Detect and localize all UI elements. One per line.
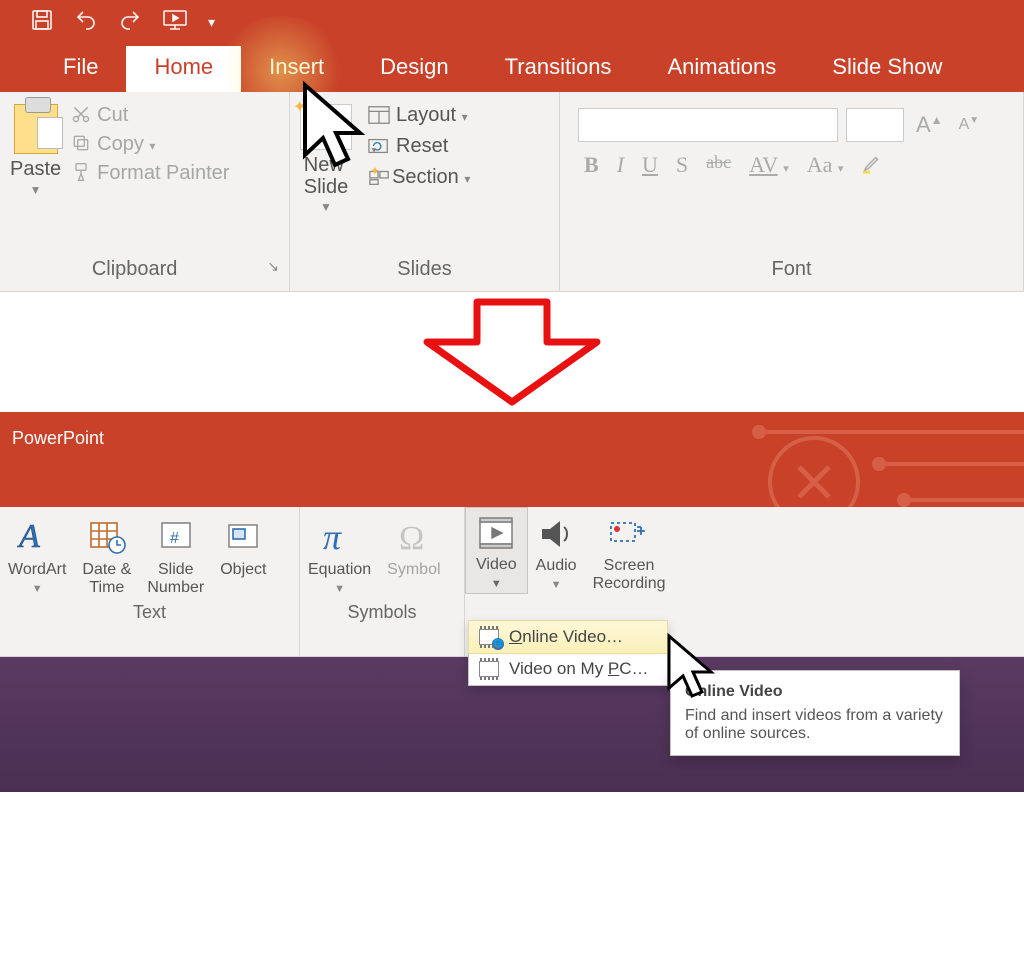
group-label-text: Text xyxy=(0,598,299,629)
font-size-combo[interactable] xyxy=(846,108,904,142)
step-arrow xyxy=(0,292,1024,412)
symbol-button: Ω Symbol xyxy=(379,507,448,598)
paste-dropdown-caret[interactable]: ▼ xyxy=(30,183,42,197)
top-ribbon-view: ▾ File Home Insert Design Transitions An… xyxy=(0,0,1024,292)
ribbon-insert: A WordArt▼ Date & Time # Slide Number Ob… xyxy=(0,507,1024,657)
tooltip-body: Find and insert videos from a variety of… xyxy=(685,707,945,743)
group-symbols: π Equation▼ Ω Symbol Symbols xyxy=(300,507,465,656)
reset-button[interactable]: Reset xyxy=(368,135,470,158)
tab-transitions[interactable]: Transitions xyxy=(477,46,640,92)
tab-insert[interactable]: Insert xyxy=(241,46,352,92)
qat-customize-icon[interactable]: ▾ xyxy=(208,14,215,31)
new-slide-icon xyxy=(300,104,352,150)
bold-button[interactable]: B xyxy=(584,152,599,180)
decrease-font-icon[interactable]: A▼ xyxy=(955,116,984,134)
group-label-clipboard: Clipboard xyxy=(92,258,178,280)
new-slide-caret[interactable]: ▼ xyxy=(320,200,332,214)
group-label-font: Font xyxy=(570,254,1013,287)
group-label-slides: Slides xyxy=(300,254,549,287)
tooltip-title: Online Video xyxy=(685,683,945,701)
wordart-button[interactable]: A WordArt▼ xyxy=(0,507,74,598)
svg-text:Ω: Ω xyxy=(399,520,424,555)
equation-button[interactable]: π Equation▼ xyxy=(300,507,379,598)
title-bar: PowerPoint xyxy=(0,412,1024,507)
new-slide-button[interactable]: New Slide ▼ xyxy=(300,98,352,214)
strikethrough-button[interactable]: abc xyxy=(706,152,731,180)
group-label-symbols: Symbols xyxy=(300,598,464,629)
highlight-button[interactable] xyxy=(861,152,883,180)
ribbon-home: Paste ▼ Cut Copy ▾ Format Painter Clipbo… xyxy=(0,92,1024,292)
clipboard-dialog-launcher[interactable]: ↘ xyxy=(267,258,279,275)
svg-text:A: A xyxy=(17,518,40,555)
tab-file[interactable]: File xyxy=(35,46,126,92)
app-title: PowerPoint xyxy=(12,428,104,448)
quick-access-toolbar: ▾ xyxy=(0,0,1024,45)
film-online-icon: 🌐 xyxy=(479,629,499,645)
tab-home[interactable]: Home xyxy=(126,46,241,92)
paste-button[interactable]: Paste ▼ xyxy=(10,98,61,197)
slidenumber-button[interactable]: # Slide Number xyxy=(139,507,212,598)
change-case-button[interactable]: Aa ▾ xyxy=(807,152,844,180)
group-slides: New Slide ▼ Layout ▾ Reset ✦Section ▾ Sl… xyxy=(290,92,560,291)
tooltip-online-video: Online Video Find and insert videos from… xyxy=(670,670,960,756)
tab-design[interactable]: Design xyxy=(352,46,476,92)
undo-icon[interactable] xyxy=(74,8,98,38)
paste-label: Paste xyxy=(10,158,61,181)
datetime-button[interactable]: Date & Time xyxy=(74,507,139,598)
redo-icon[interactable] xyxy=(118,8,142,38)
save-icon[interactable] xyxy=(30,8,54,38)
cut-button[interactable]: Cut xyxy=(71,104,229,127)
italic-button[interactable]: I xyxy=(617,152,624,180)
slideshow-start-icon[interactable] xyxy=(162,8,188,38)
audio-button[interactable]: Audio▼ xyxy=(528,507,585,594)
paste-icon xyxy=(14,104,58,154)
format-painter-button[interactable]: Format Painter xyxy=(71,162,229,185)
menu-video-on-pc[interactable]: Video on My PC… xyxy=(469,653,667,685)
group-clipboard: Paste ▼ Cut Copy ▾ Format Painter Clipbo… xyxy=(0,92,290,291)
group-font: A▲ A▼ B I U S abc AV ▾ Aa ▾ Font xyxy=(560,92,1024,291)
char-spacing-button[interactable]: AV ▾ xyxy=(749,152,789,180)
ribbon-tabs: File Home Insert Design Transitions Anim… xyxy=(0,45,1024,92)
object-button[interactable]: Object xyxy=(212,507,274,598)
increase-font-icon[interactable]: A▲ xyxy=(912,112,947,138)
menu-online-label: nline Video… xyxy=(522,627,623,646)
svg-text:#: # xyxy=(170,530,179,547)
menu-online-video[interactable]: 🌐 Online Video… xyxy=(468,620,668,654)
tab-animations[interactable]: Animations xyxy=(639,46,804,92)
svg-text:π: π xyxy=(323,517,342,555)
tab-slideshow[interactable]: Slide Show xyxy=(804,46,970,92)
font-name-combo[interactable] xyxy=(578,108,838,142)
title-decor xyxy=(704,412,1024,507)
layout-button[interactable]: Layout ▾ xyxy=(368,104,470,127)
section-button[interactable]: ✦Section ▾ xyxy=(368,166,470,189)
screen-recording-button[interactable]: Screen Recording xyxy=(585,507,674,594)
insert-ribbon-view: PowerPoint A WordArt▼ xyxy=(0,412,1024,792)
video-button[interactable]: Video▼ xyxy=(465,507,528,594)
video-dropdown-menu: 🌐 Online Video… Video on My PC… xyxy=(468,620,668,686)
underline-button[interactable]: U xyxy=(642,152,658,180)
copy-button[interactable]: Copy ▾ xyxy=(71,133,229,156)
group-text: A WordArt▼ Date & Time # Slide Number Ob… xyxy=(0,507,300,656)
film-pc-icon xyxy=(479,661,499,677)
shadow-button[interactable]: S xyxy=(676,152,688,180)
